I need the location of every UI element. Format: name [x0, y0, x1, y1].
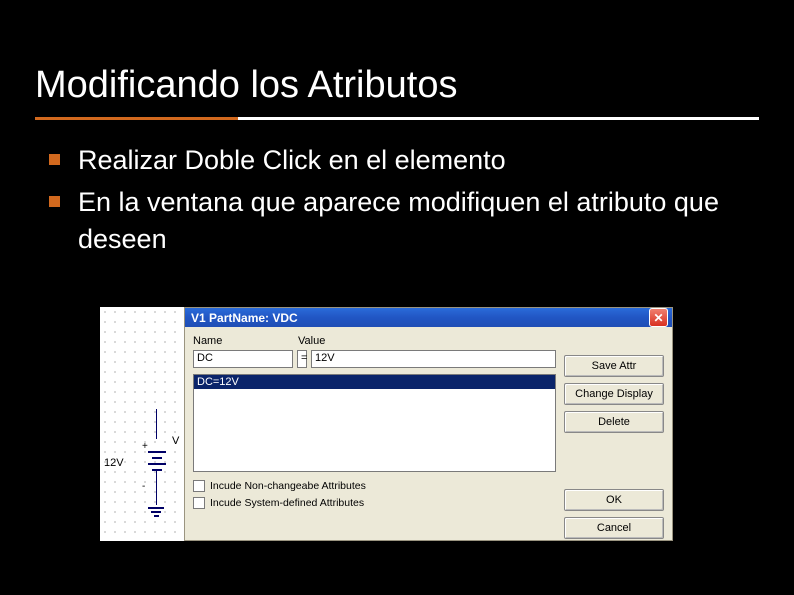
name-column-label: Name — [193, 335, 298, 347]
bullet-list: Realizar Doble Click en el elemento En l… — [35, 142, 759, 257]
title-divider — [35, 117, 759, 120]
value-field[interactable]: 12V — [311, 350, 556, 368]
plus-icon: + — [142, 441, 148, 452]
checkbox-icon[interactable] — [193, 497, 205, 509]
delete-button[interactable]: Delete — [564, 411, 664, 433]
include-nonchangeable-checkbox[interactable]: Incude Non-changeabe Attributes — [193, 480, 556, 492]
ok-button[interactable]: OK — [564, 489, 664, 511]
component-value-label: 12V — [104, 457, 124, 469]
dialog-title-text: V1 PartName: VDC — [191, 311, 649, 325]
checkbox-label: Incude Non-changeabe Attributes — [210, 480, 366, 492]
value-column-label: Value — [298, 335, 325, 347]
grid-dots — [100, 307, 184, 541]
save-attr-button[interactable]: Save Attr — [564, 355, 664, 377]
bullet-icon — [49, 196, 60, 207]
selected-attribute-row[interactable]: DC=12V — [194, 375, 555, 389]
voltage-source-icon: + - — [138, 427, 168, 487]
schematic-canvas: V 12V + - — [100, 307, 184, 541]
minus-icon: - — [142, 481, 145, 492]
cancel-button[interactable]: Cancel — [564, 517, 664, 539]
include-systemdefined-checkbox[interactable]: Incude System-defined Attributes — [193, 497, 556, 509]
checkbox-label: Incude System-defined Attributes — [210, 497, 364, 509]
bullet-icon — [49, 154, 60, 165]
attributes-dialog: V1 PartName: VDC ✕ Name Value DC = 12V D… — [184, 307, 673, 541]
close-icon[interactable]: ✕ — [649, 308, 668, 327]
list-item: En la ventana que aparece modifiquen el … — [35, 184, 759, 257]
name-field[interactable]: DC — [193, 350, 293, 368]
attributes-listbox[interactable]: DC=12V — [193, 374, 556, 472]
slide-title: Modificando los Atributos — [35, 20, 759, 117]
change-display-button[interactable]: Change Display — [564, 383, 664, 405]
embedded-screenshot: V 12V + - V1 PartName: VDC ✕ — [100, 307, 673, 541]
bullet-text: En la ventana que aparece modifiquen el … — [78, 184, 759, 257]
bullet-text: Realizar Doble Click en el elemento — [78, 142, 759, 178]
checkbox-icon[interactable] — [193, 480, 205, 492]
list-item: Realizar Doble Click en el elemento — [35, 142, 759, 178]
equals-field: = — [297, 350, 307, 368]
component-designator: V — [172, 435, 179, 447]
dialog-titlebar[interactable]: V1 PartName: VDC ✕ — [185, 308, 672, 327]
